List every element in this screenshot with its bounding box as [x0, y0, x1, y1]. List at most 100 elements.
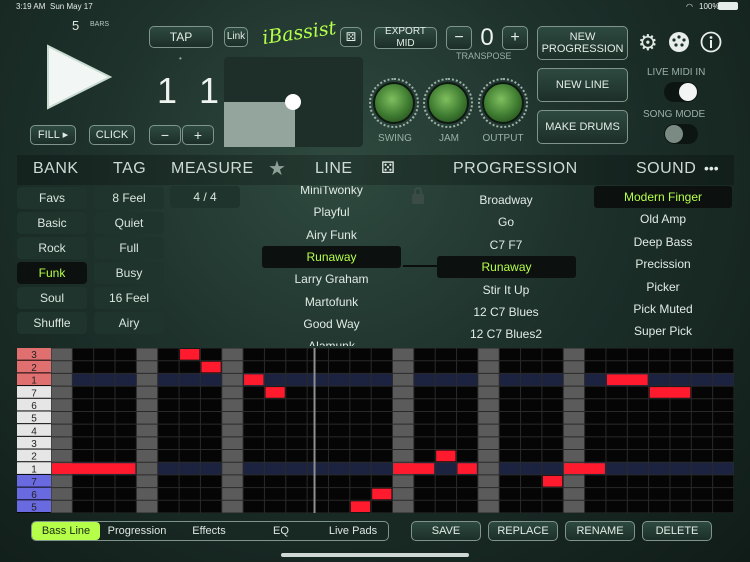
swing-label: SWING	[378, 133, 412, 144]
tag-item[interactable]: 16 Feel	[94, 287, 164, 309]
progression-item[interactable]: 12 C7 Blues2	[436, 323, 576, 345]
line-item[interactable]: Alamunk	[260, 335, 403, 346]
tab-live-pads[interactable]: Live Pads	[318, 522, 388, 540]
xy-pad[interactable]	[224, 57, 363, 147]
save-button[interactable]: SAVE	[411, 521, 481, 541]
make-drums-button[interactable]: MAKE DRUMS	[537, 110, 628, 144]
play-icon[interactable]	[44, 44, 114, 110]
new-line-button[interactable]: NEW LINE	[537, 68, 628, 102]
jam-knob[interactable]	[427, 82, 469, 124]
line-item[interactable]: Martofunk	[260, 291, 403, 313]
bank-item[interactable]: Funk	[17, 262, 87, 284]
note[interactable]	[180, 349, 200, 360]
home-indicator	[281, 553, 469, 557]
tag-item[interactable]: Full	[94, 237, 164, 259]
measure-value[interactable]: 4 / 4	[170, 186, 240, 208]
progression-item[interactable]: Broadway	[436, 189, 576, 211]
bank-item[interactable]: Shuffle	[17, 312, 87, 334]
line-item[interactable]: Larry Graham	[260, 268, 403, 290]
xy-pad-handle[interactable]	[285, 94, 301, 110]
line-item[interactable]: MiniTwonky	[260, 186, 403, 201]
tab-eq[interactable]: EQ	[246, 522, 316, 540]
note[interactable]	[393, 463, 435, 474]
transpose-plus-button[interactable]: +	[502, 26, 528, 50]
note[interactable]	[457, 463, 477, 474]
rename-button[interactable]: RENAME	[565, 521, 635, 541]
note[interactable]	[564, 463, 605, 474]
line-item[interactable]: Playful	[260, 201, 403, 223]
delete-button[interactable]: DELETE	[642, 521, 712, 541]
line-item[interactable]: Good Way	[260, 313, 403, 335]
dice-icon[interactable]: ⚄	[340, 27, 362, 47]
info-icon[interactable]	[700, 31, 722, 53]
note[interactable]	[52, 463, 136, 474]
note[interactable]	[606, 374, 648, 386]
note[interactable]	[649, 387, 691, 398]
app-logo: iBassist	[260, 16, 338, 50]
tab-bass-line[interactable]: Bass Line	[32, 522, 100, 540]
link-button[interactable]: Link	[224, 27, 248, 47]
new-progression-button[interactable]: NEW PROGRESSION	[537, 26, 628, 60]
more-icon[interactable]: •••	[704, 160, 719, 176]
sound-item[interactable]: Precission	[592, 253, 734, 275]
tab-effects[interactable]: Effects	[174, 522, 244, 540]
tab-progression[interactable]: Progression	[102, 522, 172, 540]
bank-item[interactable]: Favs	[17, 187, 87, 209]
header-sound[interactable]: SOUND	[636, 160, 696, 178]
export-midi-button[interactable]: EXPORT MID	[374, 26, 437, 49]
header-tag[interactable]: TAG	[113, 160, 146, 178]
line-item[interactable]: Airy Funk	[260, 224, 403, 246]
fill-button[interactable]: FILL ▸	[30, 125, 76, 145]
status-date: Sun May 17	[50, 2, 93, 11]
tag-item[interactable]: Quiet	[94, 212, 164, 234]
tempo-plus-button[interactable]: +	[182, 125, 214, 145]
line-dice-icon[interactable]: ⚄	[381, 158, 395, 178]
note[interactable]	[201, 361, 221, 373]
header-line[interactable]: LINE	[315, 160, 353, 178]
sound-item[interactable]: Old Amp	[592, 208, 734, 230]
sound-item[interactable]: Deep Bass	[592, 231, 734, 253]
click-button[interactable]: CLICK	[89, 125, 135, 145]
header-measure[interactable]: MEASURE	[171, 160, 254, 178]
tag-item[interactable]: Airy	[94, 312, 164, 334]
piano-roll[interactable]: 3217654321765	[17, 347, 735, 514]
progression-item[interactable]: Runaway	[437, 256, 576, 279]
sound-item[interactable]: Picker	[592, 276, 734, 298]
star-icon[interactable]: ★	[268, 156, 286, 181]
output-knob[interactable]	[482, 82, 524, 124]
transpose-minus-button[interactable]: −	[446, 26, 472, 50]
bank-item[interactable]: Rock	[17, 237, 87, 259]
sound-item[interactable]: Modern Finger	[594, 186, 732, 208]
tag-item[interactable]: Busy	[94, 262, 164, 284]
beat-column	[563, 348, 585, 513]
song-mode-toggle[interactable]	[664, 124, 698, 144]
tap-button[interactable]: TAP	[149, 26, 213, 48]
line-item[interactable]: Runaway	[262, 245, 401, 268]
note[interactable]	[542, 475, 563, 487]
replace-button[interactable]: REPLACE	[488, 521, 558, 541]
sound-item[interactable]: Pick Muted	[592, 298, 734, 320]
bank-item[interactable]: Basic	[17, 212, 87, 234]
tag-item[interactable]: 8 Feel	[94, 187, 164, 209]
note[interactable]	[436, 450, 456, 462]
live-midi-toggle[interactable]	[664, 82, 698, 102]
note[interactable]	[244, 374, 264, 386]
progression-item[interactable]: Go	[436, 211, 576, 233]
bank-item[interactable]: Soul	[17, 287, 87, 309]
progression-item[interactable]: 12 C7 Blues	[436, 301, 576, 323]
progression-item[interactable]: C7 F7	[436, 234, 576, 256]
midi-icon[interactable]	[668, 31, 690, 53]
status-bar: 3:19 AM Sun May 17 ◠ 100%	[0, 0, 750, 12]
swing-knob[interactable]	[373, 82, 415, 124]
gear-icon[interactable]: ⚙	[638, 30, 658, 56]
progression-item[interactable]: Stir It Up	[436, 279, 576, 301]
sound-item[interactable]: Super Pick	[592, 320, 734, 342]
header-progression[interactable]: PROGRESSION	[453, 160, 578, 178]
header-bank[interactable]: BANK	[33, 160, 79, 178]
tempo-minus-button[interactable]: −	[149, 125, 181, 145]
lock-icon[interactable]	[410, 186, 426, 206]
note[interactable]	[372, 488, 392, 500]
note[interactable]	[265, 387, 285, 398]
piano-roll-grid[interactable]: 3217654321765	[17, 347, 735, 514]
note[interactable]	[350, 501, 371, 512]
